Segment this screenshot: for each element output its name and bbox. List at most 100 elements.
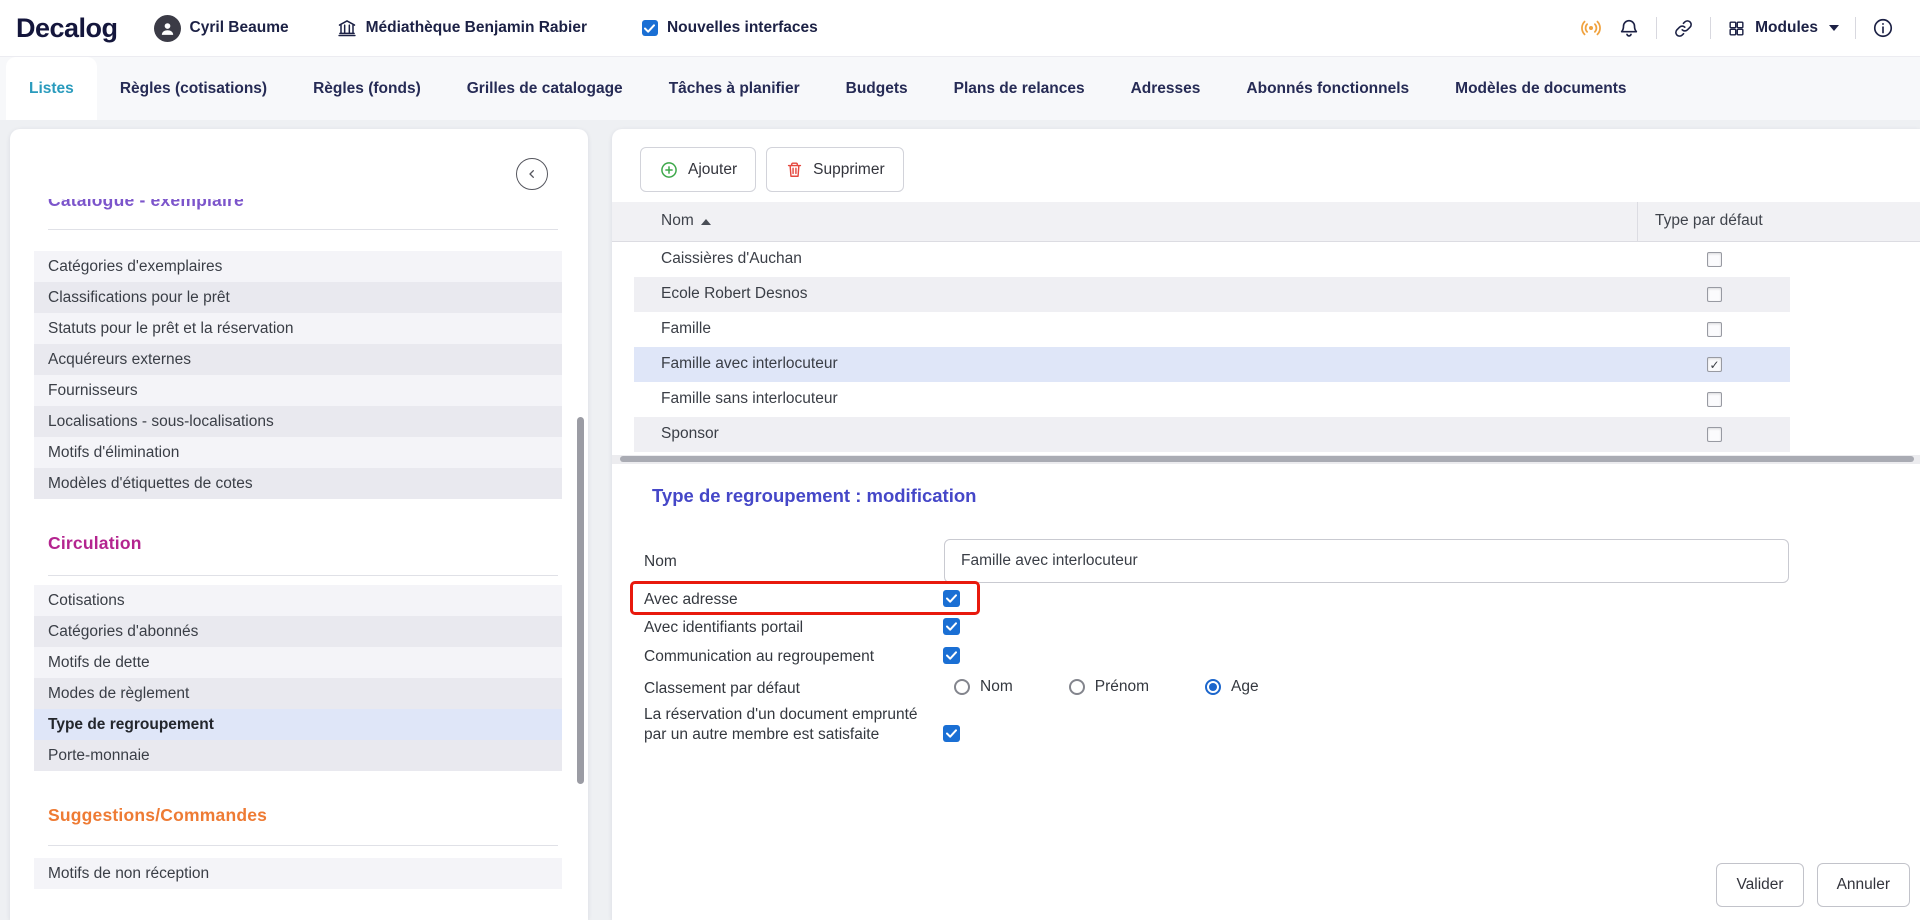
radio-nom[interactable] (954, 679, 970, 695)
table-row-selected[interactable]: Famille avec interlocuteur ✓ (634, 347, 1790, 382)
add-button-label: Ajouter (688, 161, 737, 179)
divider (48, 575, 558, 576)
tab-regles-cotisations[interactable]: Règles (cotisations) (97, 57, 290, 120)
list-item[interactable]: Motifs de dette (34, 647, 562, 678)
link-icon[interactable] (1673, 18, 1694, 39)
content-area: Catalogue - exemplaire Catégories d'exem… (0, 120, 1920, 920)
list-item[interactable]: Motifs de non réception (34, 858, 562, 889)
info-icon[interactable] (1872, 17, 1894, 39)
avec-adresse-label: Avec adresse (644, 591, 738, 609)
classement-radio-group: Nom Prénom Age (954, 678, 1259, 696)
list-item[interactable]: Localisations - sous-localisations (34, 406, 562, 437)
row-name: Sponsor (661, 425, 719, 443)
reservation-label: La réservation d'un document emprunté pa… (644, 705, 944, 744)
type-defaut-checkbox[interactable] (1707, 287, 1722, 302)
list-item[interactable]: Cotisations (34, 585, 562, 616)
header-actions: Modules (1580, 17, 1894, 39)
row-name: Caissières d'Auchan (661, 250, 802, 268)
current-library[interactable]: Médiathèque Benjamin Rabier (337, 18, 587, 38)
collapse-sidebar-button[interactable] (516, 158, 548, 190)
live-assistance-icon[interactable] (1580, 17, 1602, 39)
type-defaut-checkbox-checked[interactable]: ✓ (1707, 357, 1722, 372)
reservation-checkbox[interactable] (943, 725, 960, 742)
validate-button[interactable]: Valider (1716, 863, 1803, 907)
lists-sidebar-panel: Catalogue - exemplaire Catégories d'exem… (10, 129, 588, 920)
cancel-button[interactable]: Annuler (1817, 863, 1910, 907)
sidebar-list-circulation: Cotisations Catégories d'abonnés Motifs … (34, 585, 562, 771)
sidebar-vertical-scrollbar[interactable] (577, 417, 584, 784)
new-interfaces-toggle[interactable]: Nouvelles interfaces (642, 19, 818, 37)
classement-label: Classement par défaut (644, 680, 800, 698)
user-name: Cyril Beaume (190, 19, 289, 37)
sidebar-section-title-suggestions: Suggestions/Commandes (48, 805, 267, 826)
user-avatar-icon (154, 15, 181, 42)
list-item[interactable]: Classifications pour le prêt (34, 282, 562, 313)
type-defaut-checkbox[interactable] (1707, 392, 1722, 407)
type-defaut-checkbox[interactable] (1707, 252, 1722, 267)
tab-taches-a-planifier[interactable]: Tâches à planifier (646, 57, 823, 120)
column-divider (1637, 202, 1638, 241)
tab-abonnes-fonctionnels[interactable]: Abonnés fonctionnels (1223, 57, 1432, 120)
list-item[interactable]: Acquéreurs externes (34, 344, 562, 375)
divider (1710, 17, 1711, 39)
avec-adresse-checkbox[interactable] (943, 590, 960, 607)
radio-age-selected[interactable] (1205, 679, 1221, 695)
list-item-type-de-regroupement-selected[interactable]: Type de regroupement (34, 709, 562, 740)
sidebar-section-title-circulation: Circulation (48, 533, 142, 554)
tab-adresses[interactable]: Adresses (1108, 57, 1224, 120)
tab-modeles-de-documents[interactable]: Modèles de documents (1432, 57, 1649, 120)
table-row[interactable]: Caissières d'Auchan (634, 242, 1790, 277)
row-name: Famille avec interlocuteur (661, 355, 838, 373)
main-tab-bar: Listes Règles (cotisations) Règles (fond… (0, 57, 1920, 120)
library-name: Médiathèque Benjamin Rabier (366, 19, 587, 37)
list-item[interactable]: Porte-monnaie (34, 740, 562, 771)
table-row[interactable]: Ecole Robert Desnos (634, 277, 1790, 312)
divider (1855, 17, 1856, 39)
list-item[interactable]: Fournisseurs (34, 375, 562, 406)
new-interfaces-checkbox[interactable] (642, 20, 658, 36)
list-item[interactable]: Modèles d'étiquettes de cotes (34, 468, 562, 499)
tab-plans-de-relances[interactable]: Plans de relances (931, 57, 1108, 120)
table-header: Nom Type par défaut (612, 202, 1920, 242)
divider (48, 845, 558, 846)
communication-checkbox[interactable] (943, 647, 960, 664)
divider (48, 229, 558, 230)
notifications-bell-icon[interactable] (1618, 17, 1640, 39)
app-window: Decalog Cyril Beaume Médiathèque Benjami… (0, 0, 1920, 920)
table-row[interactable]: Famille (634, 312, 1790, 347)
modules-menu[interactable]: Modules (1727, 19, 1839, 38)
list-item[interactable]: Modes de règlement (34, 678, 562, 709)
nom-input[interactable] (944, 539, 1789, 583)
delete-button[interactable]: Supprimer (766, 147, 904, 192)
table-row[interactable]: Famille sans interlocuteur (634, 382, 1790, 417)
radio-prenom[interactable] (1069, 679, 1085, 695)
list-item[interactable]: Motifs d'élimination (34, 437, 562, 468)
sidebar-list-suggestions: Motifs de non réception (34, 858, 562, 889)
decalog-logo: Decalog (16, 13, 118, 44)
tab-regles-fonds[interactable]: Règles (fonds) (290, 57, 444, 120)
current-user[interactable]: Cyril Beaume (154, 15, 289, 42)
tab-grilles-catalogage[interactable]: Grilles de catalogage (444, 57, 646, 120)
type-defaut-checkbox[interactable] (1707, 427, 1722, 442)
sidebar-list-catalogue: Catégories d'exemplaires Classifications… (34, 251, 562, 499)
table-horizontal-scrollbar[interactable] (620, 456, 1914, 462)
identifiants-portail-checkbox[interactable] (943, 618, 960, 635)
sidebar-section-catalogue: Catalogue - exemplaire (48, 199, 548, 224)
tab-listes[interactable]: Listes (6, 57, 97, 120)
list-item[interactable]: Catégories d'abonnés (34, 616, 562, 647)
table-body: Caissières d'Auchan Ecole Robert Desnos … (634, 242, 1790, 452)
table-row[interactable]: Sponsor (634, 417, 1790, 452)
modules-icon (1727, 19, 1746, 38)
column-header-type-par-defaut: Type par défaut (1655, 212, 1763, 230)
column-header-nom[interactable]: Nom (661, 212, 711, 230)
chevron-down-icon (1829, 25, 1839, 31)
row-name: Ecole Robert Desnos (661, 285, 807, 303)
radio-prenom-label: Prénom (1095, 678, 1149, 696)
list-item[interactable]: Statuts pour le prêt et la réservation (34, 313, 562, 344)
add-button[interactable]: Ajouter (640, 147, 756, 192)
list-item[interactable]: Catégories d'exemplaires (34, 251, 562, 282)
type-defaut-checkbox[interactable] (1707, 322, 1722, 337)
communication-label: Communication au regroupement (644, 648, 874, 666)
tab-budgets[interactable]: Budgets (823, 57, 931, 120)
library-icon (337, 18, 357, 38)
